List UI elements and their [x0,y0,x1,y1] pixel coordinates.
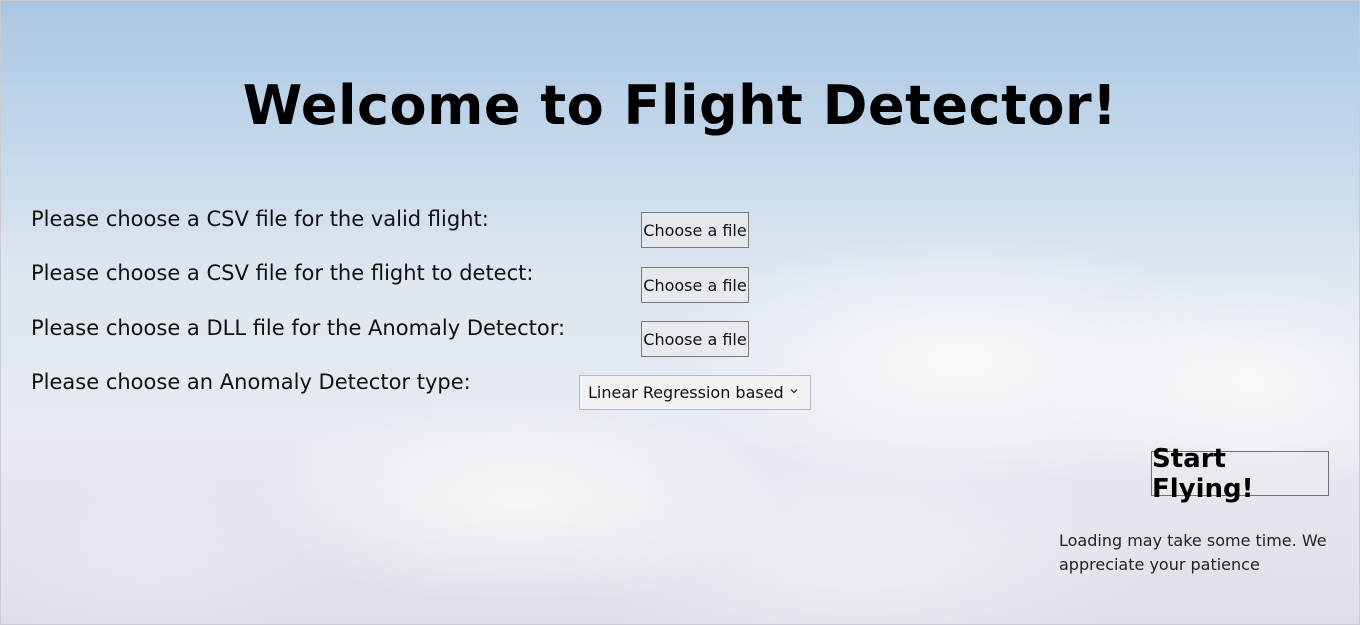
valid-flight-label: Please choose a CSV file for the valid f… [31,207,489,231]
choose-dll-button[interactable]: Choose a file [641,321,749,357]
dll-label: Please choose a DLL file for the Anomaly… [31,316,566,340]
choose-detect-flight-button[interactable]: Choose a file [641,267,749,303]
detect-flight-label: Please choose a CSV file for the flight … [31,261,534,285]
choose-valid-flight-button[interactable]: Choose a file [641,212,749,248]
chevron-down-icon [790,389,798,394]
start-flying-button[interactable]: Start Flying! [1151,444,1329,504]
detector-type-value: Linear Regression based [588,383,784,402]
page-title: Welcome to Flight Detector! [242,74,1118,137]
loading-note: Loading may take some time. We appreciat… [1059,531,1327,574]
detector-type-label: Please choose an Anomaly Detector type: [31,370,471,394]
detector-type-select[interactable]: Linear Regression based [579,375,811,410]
